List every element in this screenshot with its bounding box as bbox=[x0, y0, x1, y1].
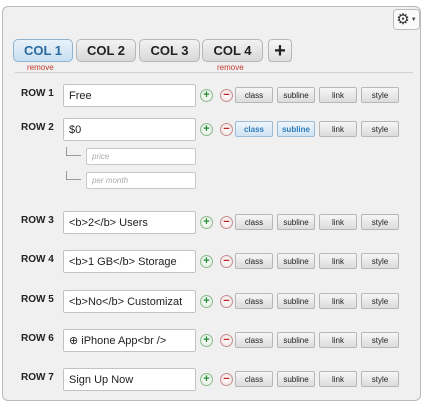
tab-col-3[interactable]: COL 3 bbox=[139, 39, 200, 62]
remove-row-button[interactable]: − bbox=[220, 89, 233, 102]
settings-button[interactable]: ⚙ ▼ bbox=[393, 9, 420, 30]
class-button[interactable]: class bbox=[235, 332, 273, 348]
row-label: ROW 1 bbox=[21, 88, 54, 99]
style-button[interactable]: style bbox=[361, 121, 399, 137]
remove-col-1-link[interactable]: remove bbox=[27, 63, 54, 72]
class-button[interactable]: class bbox=[235, 253, 273, 269]
style-button[interactable]: style bbox=[361, 87, 399, 103]
subline-connector bbox=[66, 171, 81, 180]
style-button[interactable]: style bbox=[361, 371, 399, 387]
remove-row-button[interactable]: − bbox=[220, 373, 233, 386]
add-column-button[interactable]: + bbox=[268, 39, 292, 62]
subline-button[interactable]: subline bbox=[277, 87, 315, 103]
class-button[interactable]: class bbox=[235, 214, 273, 230]
subline-input[interactable]: price bbox=[86, 148, 196, 165]
remove-row-button[interactable]: − bbox=[220, 123, 233, 136]
row-1-text-input[interactable]: Free bbox=[63, 84, 196, 107]
row-6-text-input[interactable]: ⊕ iPhone App<br /> bbox=[63, 329, 196, 352]
remove-row-button[interactable]: − bbox=[220, 334, 233, 347]
row-7-text-input[interactable]: Sign Up Now bbox=[63, 368, 196, 391]
row-label: ROW 5 bbox=[21, 294, 54, 305]
row-2-text-input[interactable]: $0 bbox=[63, 118, 196, 141]
add-row-button[interactable]: + bbox=[200, 295, 213, 308]
link-button[interactable]: link bbox=[319, 87, 357, 103]
subline-button[interactable]: subline bbox=[277, 293, 315, 309]
link-button[interactable]: link bbox=[319, 371, 357, 387]
pricing-table-editor: ⚙ ▼ COL 1 COL 2 COL 3 COL 4 + remove rem… bbox=[2, 6, 421, 401]
tab-col-4[interactable]: COL 4 bbox=[202, 39, 263, 62]
link-button[interactable]: link bbox=[319, 332, 357, 348]
row-4-text-input[interactable]: <b>1 GB</b> Storage bbox=[63, 250, 196, 273]
link-button[interactable]: link bbox=[319, 253, 357, 269]
class-button[interactable]: class bbox=[235, 371, 273, 387]
add-row-button[interactable]: + bbox=[200, 255, 213, 268]
tab-col-2[interactable]: COL 2 bbox=[76, 39, 136, 62]
style-button[interactable]: style bbox=[361, 332, 399, 348]
subline-button[interactable]: subline bbox=[277, 332, 315, 348]
remove-row-button[interactable]: − bbox=[220, 216, 233, 229]
row-label: ROW 7 bbox=[21, 372, 54, 383]
tab-col-1[interactable]: COL 1 bbox=[13, 39, 73, 62]
subline-input[interactable]: per month bbox=[86, 172, 196, 189]
class-button[interactable]: class bbox=[235, 121, 273, 137]
gear-icon: ⚙ bbox=[396, 11, 410, 28]
subline-button[interactable]: subline bbox=[277, 253, 315, 269]
subline-connector bbox=[66, 147, 81, 156]
subline-button[interactable]: subline bbox=[277, 121, 315, 137]
add-row-button[interactable]: + bbox=[200, 216, 213, 229]
add-row-button[interactable]: + bbox=[200, 123, 213, 136]
link-button[interactable]: link bbox=[319, 121, 357, 137]
style-button[interactable]: style bbox=[361, 214, 399, 230]
class-button[interactable]: class bbox=[235, 293, 273, 309]
row-label: ROW 6 bbox=[21, 333, 54, 344]
row-5-text-input[interactable]: <b>No</b> Customizat bbox=[63, 290, 196, 313]
remove-row-button[interactable]: − bbox=[220, 255, 233, 268]
row-3-text-input[interactable]: <b>2</b> Users bbox=[63, 211, 196, 234]
row-label: ROW 2 bbox=[21, 122, 54, 133]
add-row-button[interactable]: + bbox=[200, 334, 213, 347]
remove-row-button[interactable]: − bbox=[220, 295, 233, 308]
row-label: ROW 3 bbox=[21, 215, 54, 226]
caret-down-icon: ▼ bbox=[410, 16, 417, 23]
remove-col-4-link[interactable]: remove bbox=[217, 63, 244, 72]
divider bbox=[15, 72, 413, 73]
subline-button[interactable]: subline bbox=[277, 371, 315, 387]
link-button[interactable]: link bbox=[319, 214, 357, 230]
class-button[interactable]: class bbox=[235, 87, 273, 103]
link-button[interactable]: link bbox=[319, 293, 357, 309]
subline-button[interactable]: subline bbox=[277, 214, 315, 230]
style-button[interactable]: style bbox=[361, 253, 399, 269]
add-row-button[interactable]: + bbox=[200, 89, 213, 102]
row-label: ROW 4 bbox=[21, 254, 54, 265]
style-button[interactable]: style bbox=[361, 293, 399, 309]
add-row-button[interactable]: + bbox=[200, 373, 213, 386]
